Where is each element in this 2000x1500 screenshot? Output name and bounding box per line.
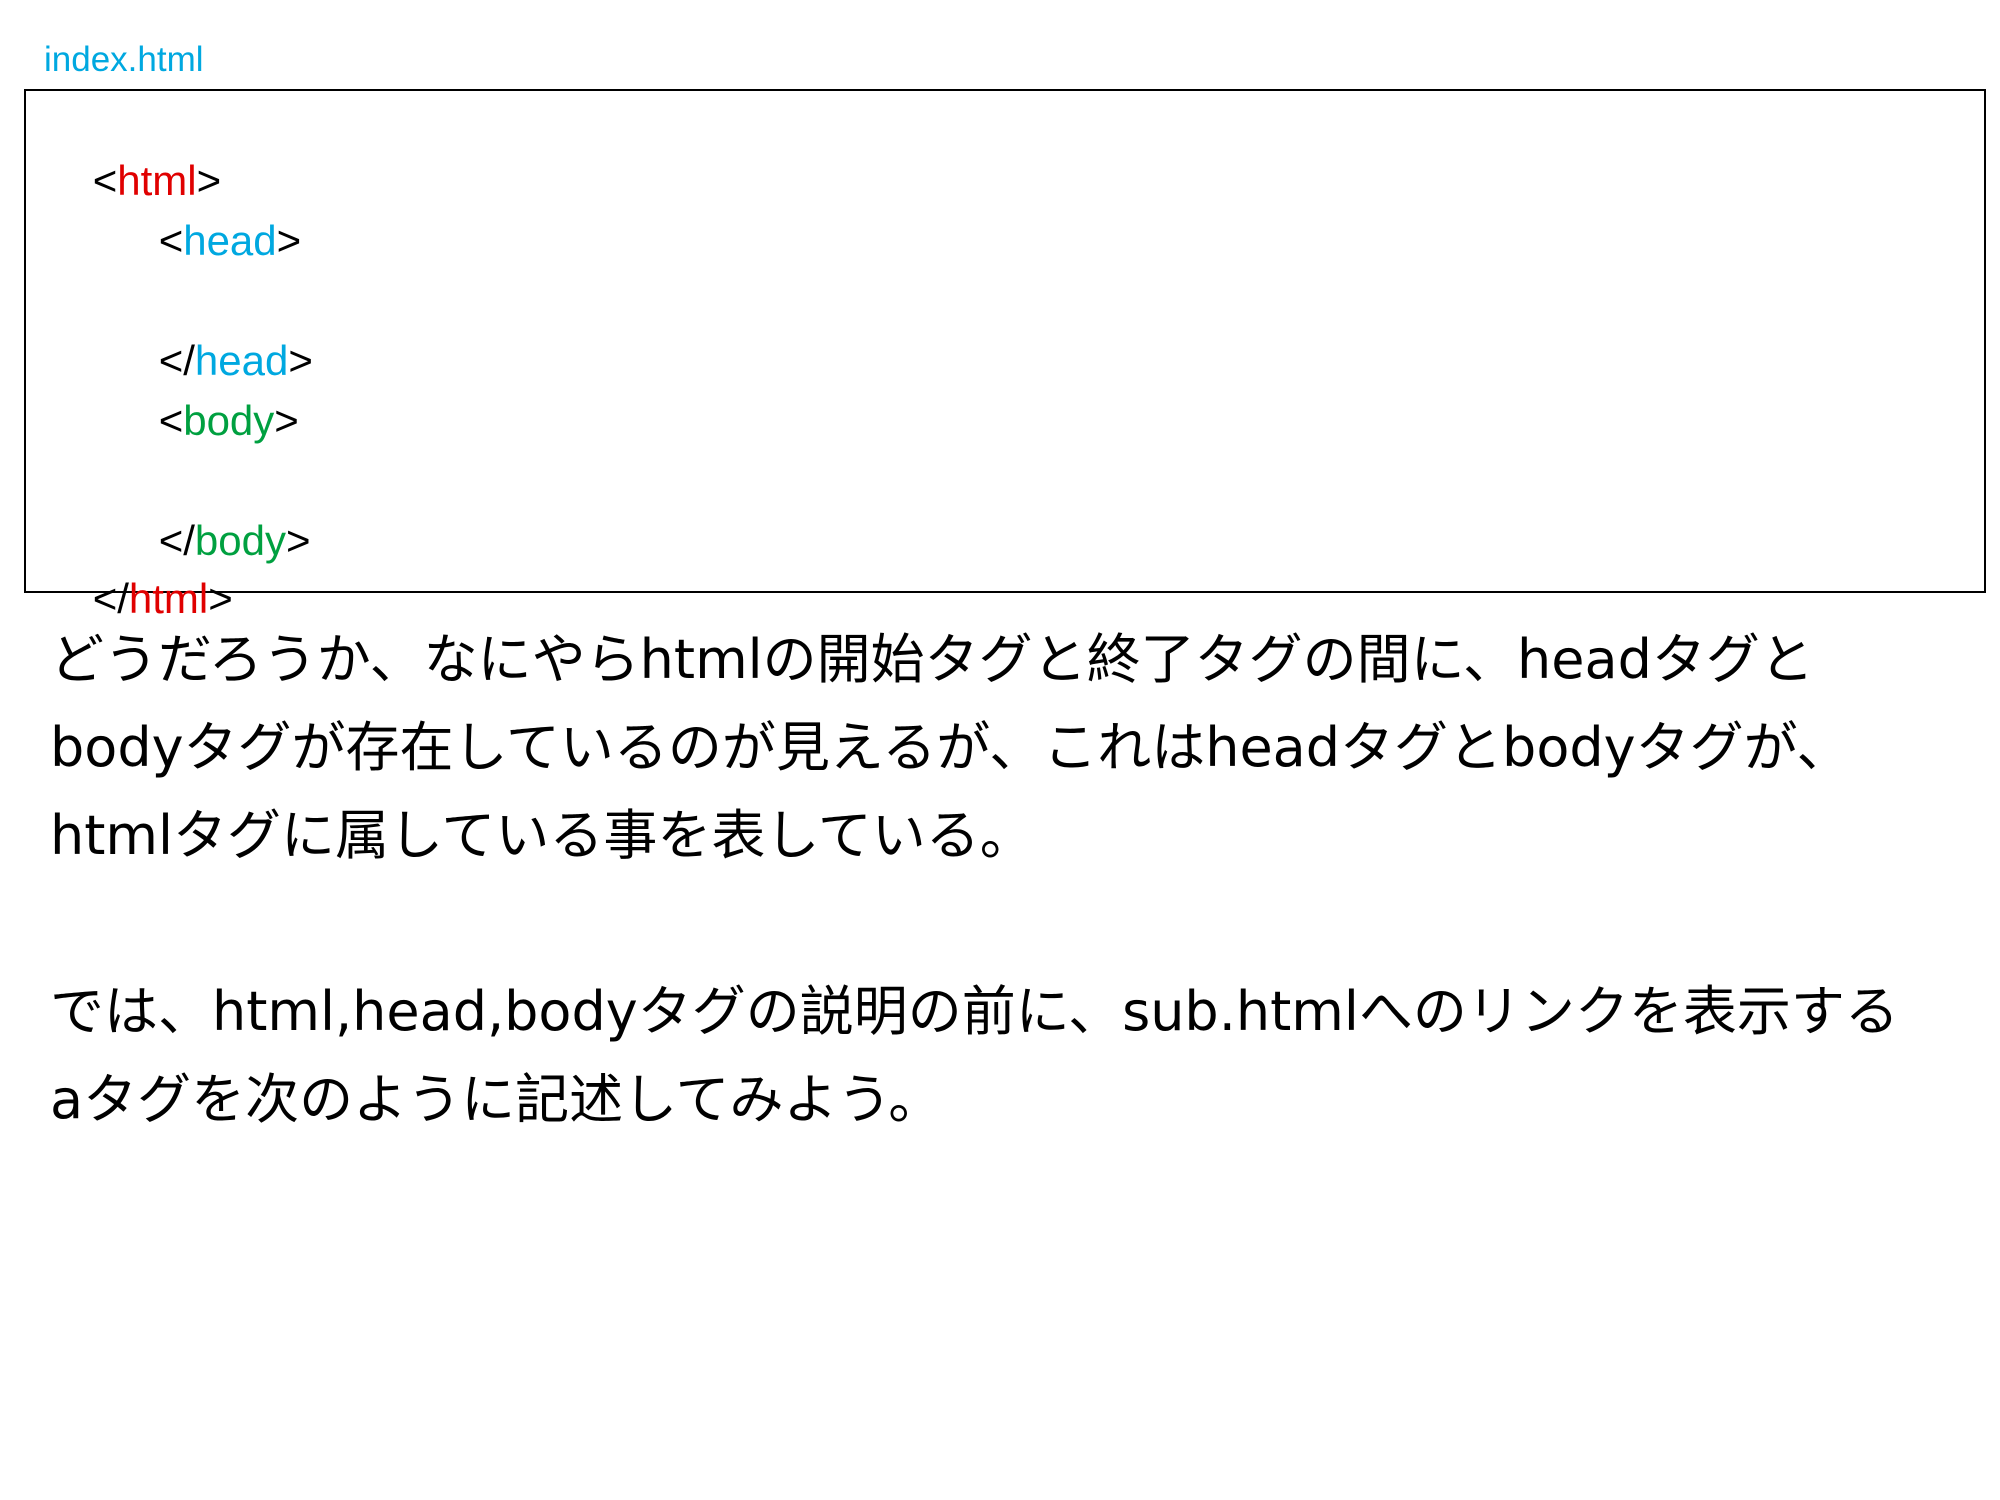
code-tag-body: body xyxy=(183,397,275,444)
code-bracket: > xyxy=(285,517,311,564)
code-bracket: < xyxy=(158,217,184,264)
code-bracket: > xyxy=(208,575,233,622)
code-line-body-open: <body> xyxy=(112,343,299,444)
paragraph-line: では、html,head,bodyタグの説明の前に、sub.htmlへのリンクを… xyxy=(50,980,1899,1043)
paragraph-line: htmlタグに属している事を表している。 xyxy=(50,804,1034,867)
code-bracket: </ xyxy=(92,575,129,622)
paragraph-line: どうだろうか、なにやらhtmlの開始タグと終了タグの間に、headタグと xyxy=(50,628,1814,691)
file-name-label: index.html xyxy=(44,40,204,79)
explanation-paragraph: どうだろうか、なにやらhtmlの開始タグと終了タグの間に、headタグと bod… xyxy=(50,616,1950,880)
code-tag-head: head xyxy=(183,217,277,264)
code-line-head-open: <head> xyxy=(112,163,302,264)
paragraph-line: bodyタグが存在しているのが見えるが、これはheadタグとbodyタグが、 xyxy=(50,716,1851,779)
code-line-head-close: </head> xyxy=(112,283,313,384)
code-bracket: > xyxy=(274,397,299,444)
paragraph-line: aタグを次のように記述してみよう。 xyxy=(50,1068,943,1131)
code-line-body-close: </body> xyxy=(112,463,311,564)
code-line-html-close: </html> xyxy=(46,521,233,622)
code-bracket: < xyxy=(158,397,184,444)
code-bracket: > xyxy=(276,217,302,264)
code-tag-html: html xyxy=(128,575,209,622)
instruction-paragraph: では、html,head,bodyタグの説明の前に、sub.htmlへのリンクを… xyxy=(50,968,1950,1144)
code-line-html-open: <html> xyxy=(46,103,221,204)
code-block: <html> <head> </head> <body> </body> </h… xyxy=(24,89,1986,622)
